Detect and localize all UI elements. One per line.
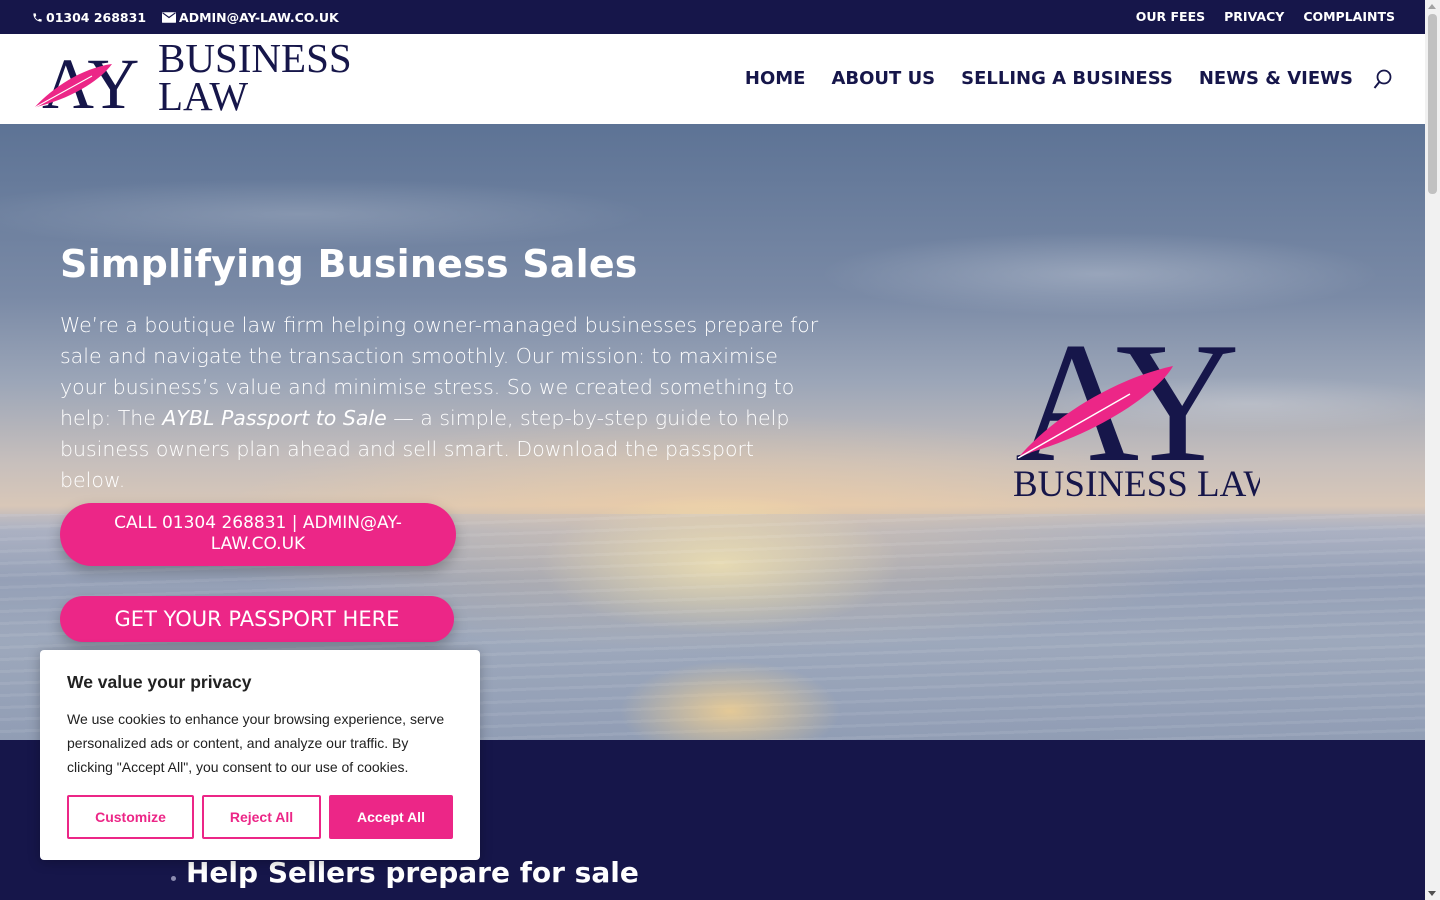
phone-text: 01304 268831 xyxy=(46,10,147,25)
list-bullet xyxy=(171,876,176,881)
hero-title: Simplifying Business Sales xyxy=(60,242,638,286)
site-logo[interactable]: AY BUSINESS LAW xyxy=(32,35,352,124)
svg-text:BUSINESS LAW: BUSINESS LAW xyxy=(1013,464,1260,505)
phone-icon xyxy=(33,13,42,22)
logo-graphic: AY BUSINESS LAW xyxy=(33,35,352,124)
hero-description-emphasis: AYBL Passport to Sale xyxy=(162,406,387,430)
svg-text:LAW: LAW xyxy=(158,73,248,118)
phone-link[interactable]: 01304 268831 xyxy=(32,10,146,25)
hero-background-sun xyxy=(620,644,840,740)
cookie-text: We use cookies to enhance your browsing … xyxy=(67,711,445,775)
scrollbar-thumb[interactable] xyxy=(1428,14,1437,194)
main-nav: HOME ABOUT US SELLING A BUSINESS NEWS & … xyxy=(745,68,1353,89)
top-bar: 01304 268831 ADMIN@AY-LAW.CO.UK OUR FEES… xyxy=(0,0,1425,34)
nav-privacy[interactable]: PRIVACY xyxy=(1224,9,1284,24)
hero-logo: AY BUSINESS LAW xyxy=(1013,310,1260,505)
get-passport-button[interactable]: GET YOUR PASSPORT HERE xyxy=(60,596,454,642)
email-text: ADMIN@AY-LAW.CO.UK xyxy=(179,10,339,25)
hero-description: We’re a boutique law firm helping owner-… xyxy=(60,310,820,496)
email-link[interactable]: ADMIN@AY-LAW.CO.UK xyxy=(162,10,339,25)
nav-home[interactable]: HOME xyxy=(745,68,806,89)
accept-all-button[interactable]: Accept All xyxy=(329,795,453,839)
cookie-consent-banner: We value your privacy We use cookies to … xyxy=(40,650,480,860)
customize-button[interactable]: Customize xyxy=(67,795,194,839)
cookie-title: We value your privacy xyxy=(67,672,252,692)
envelope-icon xyxy=(162,12,177,23)
scroll-down-arrow-icon[interactable] xyxy=(1428,891,1436,896)
nav-about-us[interactable]: ABOUT US xyxy=(831,68,935,89)
scroll-up-arrow-icon[interactable] xyxy=(1428,4,1436,9)
page-scrollbar[interactable] xyxy=(1425,0,1440,900)
cookie-buttons: Customize Reject All Accept All xyxy=(67,795,453,839)
section-heading: Help Sellers prepare for sale xyxy=(186,856,639,889)
search-icon[interactable] xyxy=(1373,69,1393,91)
site-header: AY BUSINESS LAW HOME ABOUT US SELLING A … xyxy=(0,34,1425,124)
contact-info: 01304 268831 ADMIN@AY-LAW.CO.UK xyxy=(32,10,339,25)
secondary-nav: OUR FEES PRIVACY COMPLAINTS xyxy=(1136,9,1395,24)
reject-all-button[interactable]: Reject All xyxy=(202,795,321,839)
hero-section: Simplifying Business Sales We’re a bouti… xyxy=(0,124,1425,740)
nav-complaints[interactable]: COMPLAINTS xyxy=(1303,9,1395,24)
nav-selling-a-business[interactable]: SELLING A BUSINESS xyxy=(961,68,1173,89)
call-button[interactable]: CALL 01304 268831 | ADMIN@AY-LAW.CO.UK xyxy=(60,503,456,566)
nav-our-fees[interactable]: OUR FEES xyxy=(1136,9,1205,24)
nav-news-views[interactable]: NEWS & VIEWS xyxy=(1199,68,1353,89)
